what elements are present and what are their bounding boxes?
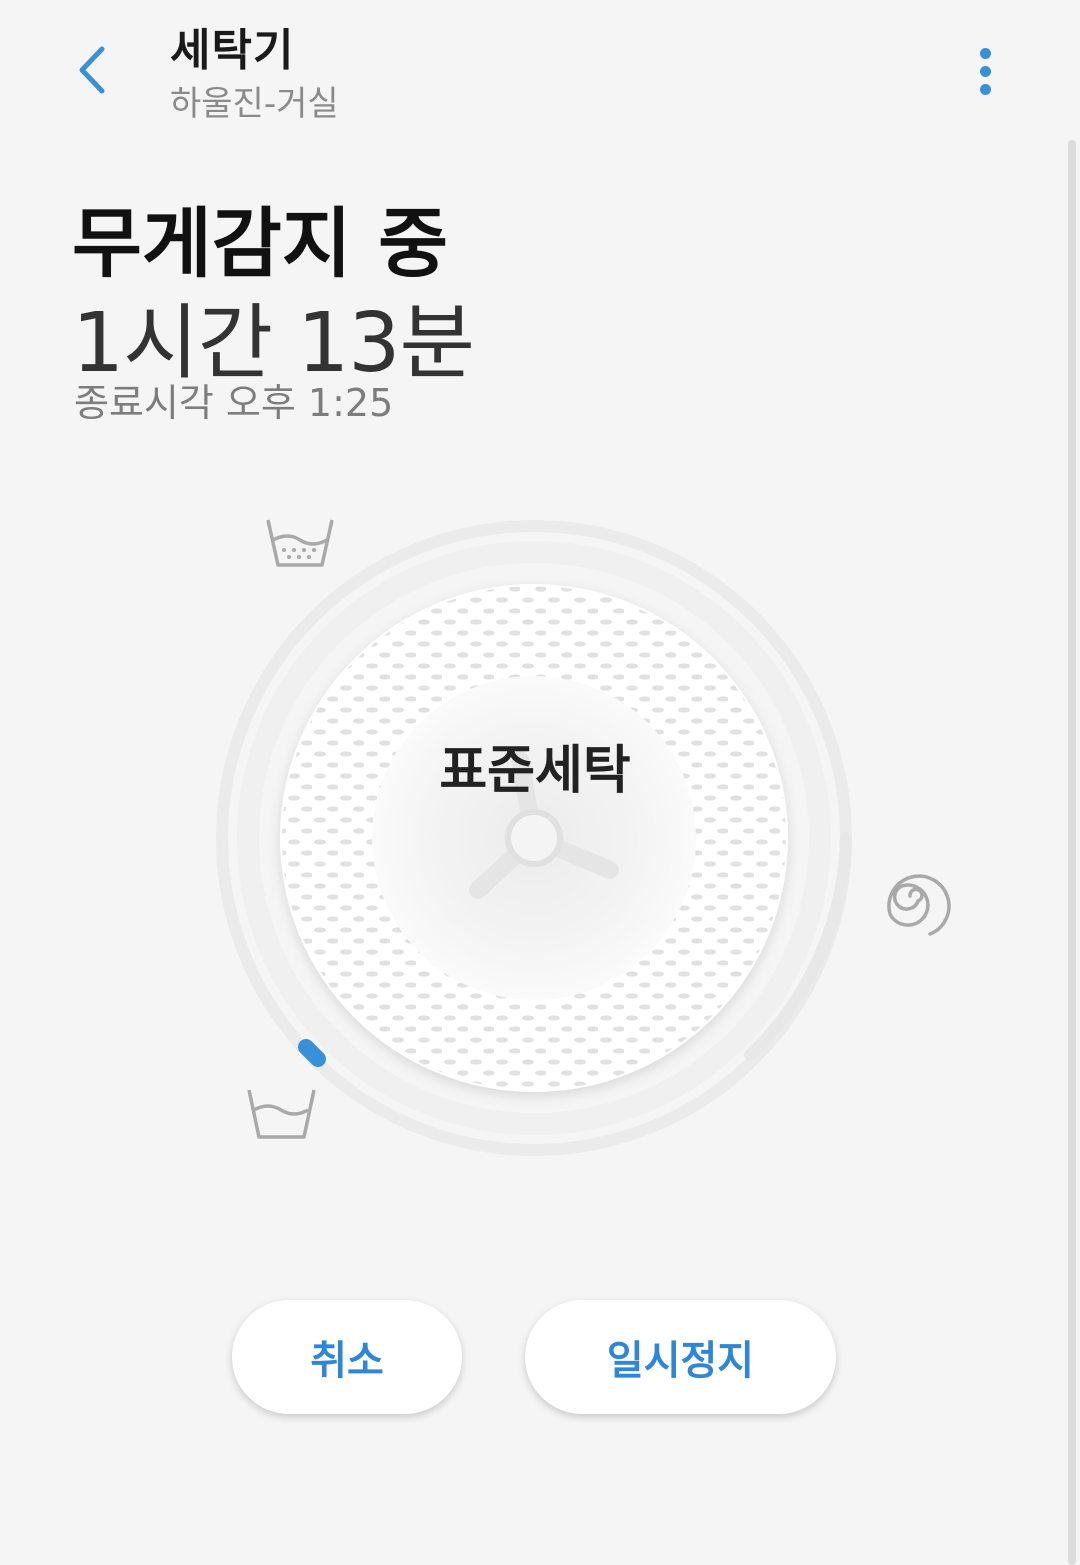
more-vertical-icon xyxy=(979,47,991,59)
cancel-button[interactable]: 취소 xyxy=(232,1300,462,1414)
dial-arc-end xyxy=(744,832,852,1061)
scrollbar[interactable] xyxy=(1068,140,1076,1565)
spin-spiral-icon xyxy=(887,874,951,936)
pause-button[interactable]: 일시정지 xyxy=(525,1300,836,1414)
wash-basin-icon xyxy=(266,519,334,567)
washer-screen: 세탁기 하울진-거실 무게감지 중 1시간 13분 종료시각 오후 1:25 표… xyxy=(0,0,1080,1565)
back-button[interactable] xyxy=(62,40,122,100)
end-time: 종료시각 오후 1:25 xyxy=(74,381,394,425)
drum-blades xyxy=(469,751,619,899)
more-dot xyxy=(979,65,991,77)
chevron-left-icon xyxy=(79,46,105,94)
more-dot xyxy=(979,83,991,95)
drum-inner xyxy=(372,676,696,1000)
device-title: 세탁기 xyxy=(170,25,295,76)
drum-hub xyxy=(505,809,563,867)
drum xyxy=(280,584,788,1092)
progress-handle xyxy=(298,1039,326,1067)
water-basin-icon xyxy=(247,1089,316,1139)
dial-outer-track xyxy=(216,520,852,1156)
dial-inner-track xyxy=(237,541,831,1135)
course-label: 표준세탁 xyxy=(439,741,631,801)
drum-perforation xyxy=(282,586,786,1090)
more-options-button[interactable] xyxy=(960,38,1010,104)
device-location: 하울진-거실 xyxy=(170,84,339,124)
